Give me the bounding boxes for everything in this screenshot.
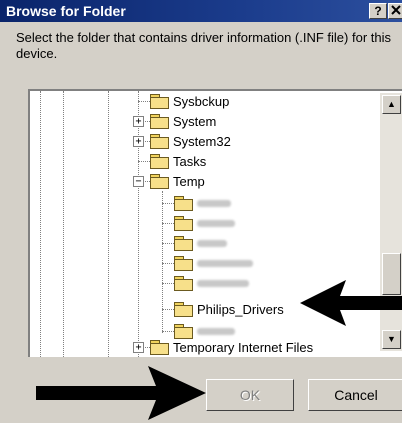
folder-icon [150, 94, 169, 109]
tree-line [162, 191, 163, 333]
ok-button[interactable]: OK [206, 379, 294, 411]
expand-plus-icon[interactable]: + [133, 136, 144, 147]
ok-button-label: OK [239, 387, 261, 403]
tree-item-label: System [173, 113, 217, 129]
folder-icon [174, 196, 193, 211]
instruction-text: Select the folder that contains driver i… [16, 30, 391, 61]
open-folder-icon [150, 174, 169, 189]
cancel-button[interactable]: Cancel [308, 379, 402, 411]
tree-item-label [197, 239, 227, 247]
close-icon [391, 5, 401, 15]
tree-item-label: Temporary Internet Files [173, 339, 314, 355]
tree-item-label [197, 199, 231, 207]
folder-icon [150, 340, 169, 355]
tree-item-tasks[interactable]: Tasks [150, 151, 206, 171]
tree-line [162, 283, 174, 284]
folder-icon [150, 154, 169, 169]
folder-icon [174, 256, 193, 271]
title-bar: Browse for Folder ? [0, 0, 402, 22]
scroll-down-button[interactable]: ▼ [382, 330, 401, 349]
tree-line [162, 263, 174, 264]
tree-item-label: System32 [173, 133, 231, 149]
folder-icon [150, 134, 169, 149]
tree-item[interactable] [174, 213, 235, 233]
tree-item-label: Temp [173, 173, 205, 189]
tree-line [162, 243, 174, 244]
tree-item-system[interactable]: System [150, 111, 216, 131]
tree-item-label: Tasks [173, 153, 207, 169]
tree-item-label [197, 279, 249, 287]
arrow-up-icon: ▲ [387, 99, 396, 109]
tree-item-temp[interactable]: Temp [150, 171, 205, 191]
tree-item-label [197, 219, 235, 227]
folder-icon [174, 276, 193, 291]
tree-line [40, 91, 41, 357]
help-button[interactable]: ? [369, 3, 387, 19]
scroll-up-button[interactable]: ▲ [382, 95, 401, 114]
tree-item[interactable] [174, 233, 227, 253]
tree-item[interactable] [174, 273, 249, 293]
tree-item-temporary-internet-files[interactable]: Temporary Internet Files [150, 337, 313, 357]
tree-item-sysbckup[interactable]: Sysbckup [150, 91, 229, 111]
tree-item-label: Philips_Drivers [197, 301, 284, 317]
tree-item-system32[interactable]: System32 [150, 131, 231, 151]
tree-line [108, 91, 109, 357]
cancel-button-label: Cancel [334, 387, 378, 403]
annotation-arrow-right-icon [36, 366, 206, 420]
tree-line [162, 203, 174, 204]
tree-line [162, 223, 174, 224]
folder-icon [174, 324, 193, 339]
close-button[interactable] [388, 3, 402, 19]
tree-item-label [197, 327, 235, 335]
tree-item[interactable] [174, 193, 231, 213]
tree-item[interactable] [174, 253, 253, 273]
folder-icon [174, 236, 193, 251]
tree-line [138, 101, 150, 102]
tree-item-label [197, 259, 253, 267]
tree-line [162, 331, 174, 332]
arrow-down-icon: ▼ [387, 334, 396, 344]
tree-item-philips-drivers[interactable]: Philips_Drivers [174, 299, 284, 319]
tree-item-label: Sysbckup [173, 93, 230, 109]
tree-line [63, 91, 64, 357]
tree-line [138, 91, 139, 357]
folder-icon [174, 302, 193, 317]
tree-line [138, 161, 150, 162]
tree-line [162, 309, 174, 310]
annotation-arrow-left-icon [300, 280, 402, 326]
folder-icon [174, 216, 193, 231]
window-title: Browse for Folder [6, 3, 126, 19]
folder-icon [150, 114, 169, 129]
expand-plus-icon[interactable]: + [133, 116, 144, 127]
expand-plus-icon[interactable]: + [133, 342, 144, 353]
collapse-minus-icon[interactable]: − [133, 176, 144, 187]
